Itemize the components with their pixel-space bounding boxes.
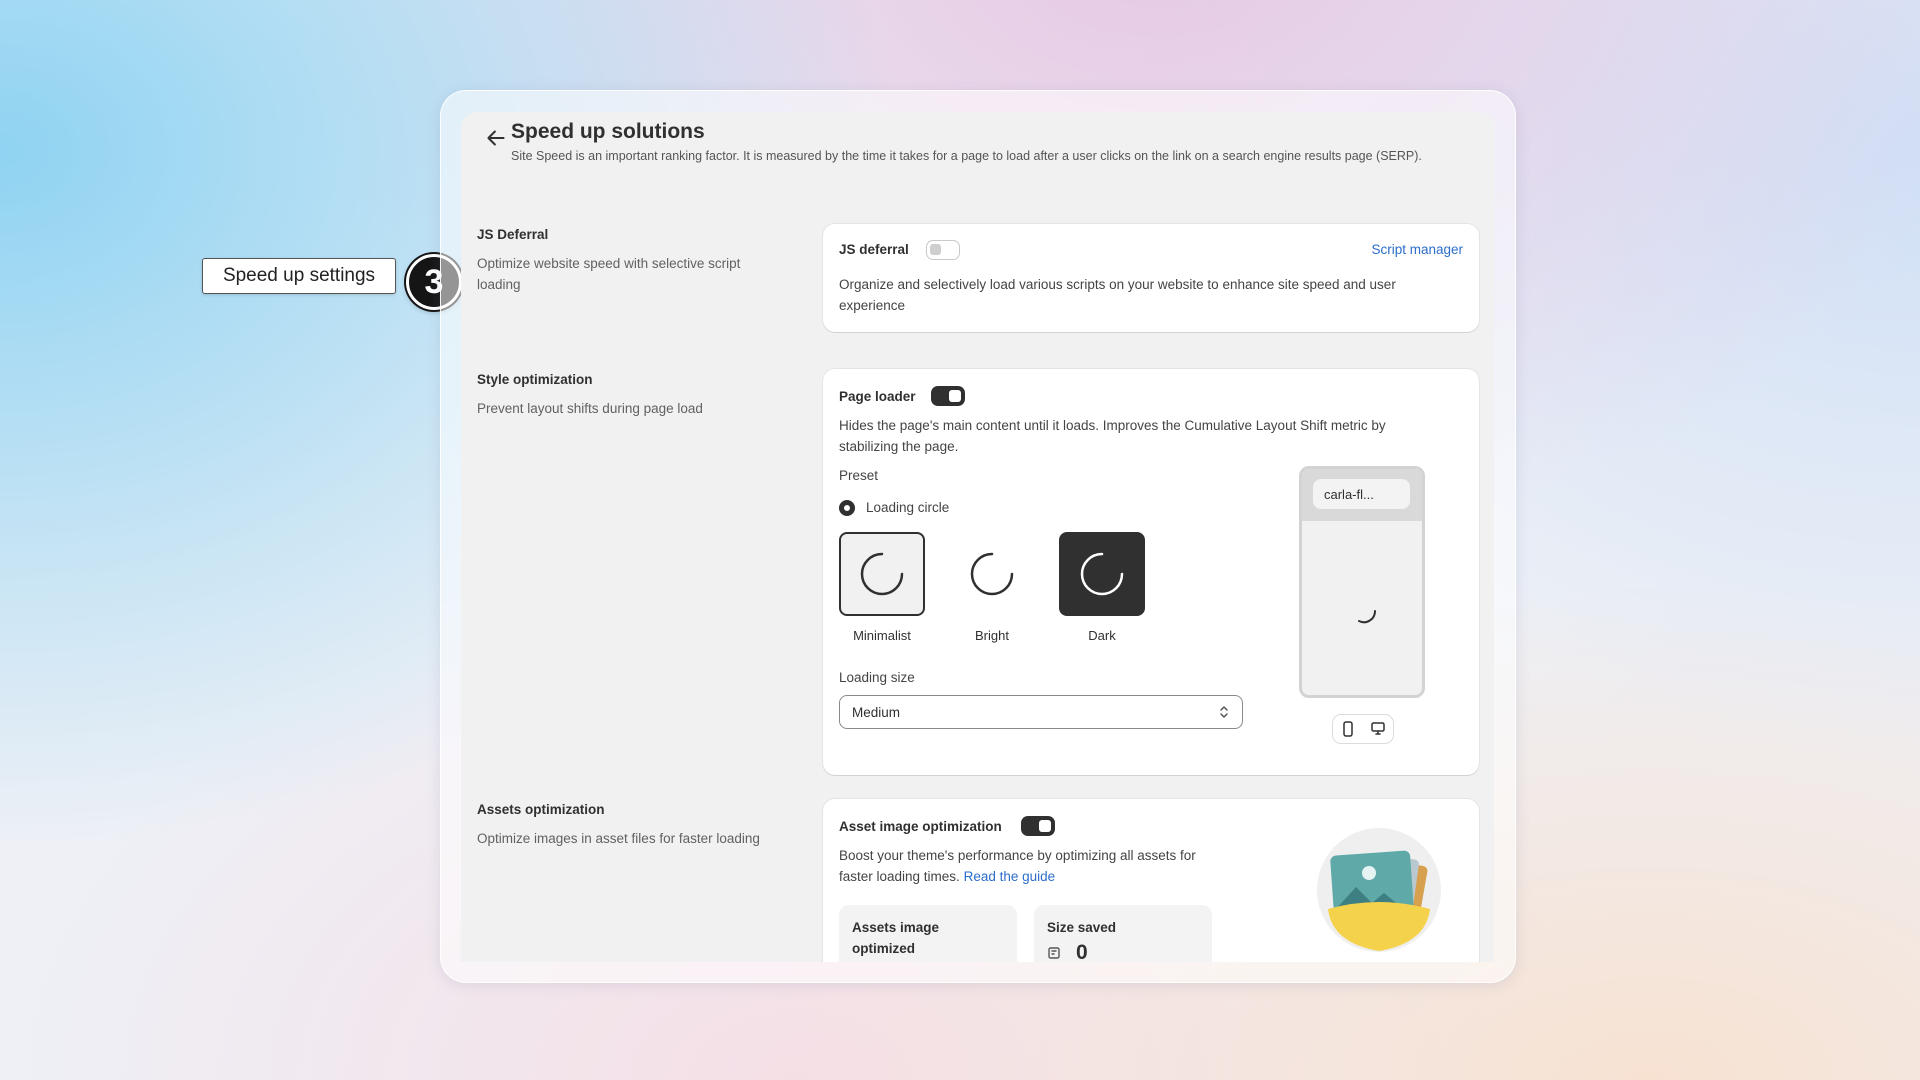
asset-optimization-label: Asset image optimization [839, 819, 1002, 834]
preview-device-toggle [1333, 715, 1393, 743]
assets-optimized-stat: Assets image optimized [839, 905, 1017, 962]
loading-circle-label: Loading circle [866, 500, 950, 515]
speed-up-settings-callout: Speed up settings [202, 258, 396, 294]
mobile-icon [1343, 721, 1353, 737]
page-loader-card: Page loader Hides the page's main conten… [823, 369, 1479, 775]
size-saved-value: 0 [1076, 941, 1088, 962]
read-the-guide-link[interactable]: Read the guide [964, 869, 1056, 884]
spinner-icon [1080, 552, 1124, 596]
loading-size-label: Loading size [839, 670, 915, 685]
js-section-description: Optimize website speed with selective sc… [477, 256, 741, 292]
loading-size-value: Medium [852, 704, 901, 720]
desktop-icon [1371, 722, 1385, 735]
assets-optimized-label: Assets image optimized [852, 920, 940, 956]
loading-circle-radio[interactable] [839, 500, 855, 516]
preview-url-chip: carla-fl... [1313, 479, 1410, 509]
asset-optimization-toggle[interactable] [1021, 816, 1055, 836]
callout-label: Speed up settings [222, 265, 376, 286]
assets-section-description: Optimize images in asset files for faste… [477, 831, 760, 846]
page-loader-label: Page loader [839, 389, 916, 404]
desktop-view-button[interactable] [1363, 715, 1393, 743]
select-chevron-icon [1220, 706, 1228, 718]
preset-bright[interactable] [949, 532, 1035, 616]
js-deferral-toggle[interactable] [926, 240, 960, 260]
mobile-view-button[interactable] [1333, 715, 1363, 743]
style-section-description: Prevent layout shifts during page load [477, 401, 703, 416]
preview-spinner-icon [1358, 610, 1377, 624]
js-section-title: JS Deferral [477, 227, 549, 242]
js-deferral-label: JS deferral [839, 242, 909, 257]
image-folder-illustration [1317, 828, 1441, 952]
size-saved-label: Size saved [1047, 920, 1117, 935]
spinner-icon [860, 552, 904, 596]
loading-size-select[interactable]: Medium [839, 695, 1243, 729]
js-deferral-card: JS deferral Script manager Organize and … [823, 224, 1479, 332]
preset-minimalist-label: Minimalist [853, 628, 911, 643]
size-saved-stat: Size saved 0 [1034, 905, 1212, 962]
storage-icon [1048, 947, 1060, 959]
speed-up-page: Speed up solutions Site Speed is an impo… [461, 112, 1494, 962]
page-loader-toggle[interactable] [931, 386, 965, 406]
script-manager-link[interactable]: Script manager [1371, 242, 1463, 257]
asset-image-optimization-card: Asset image optimization Boost your them… [823, 799, 1479, 962]
mobile-preview: carla-fl... [1299, 466, 1425, 698]
back-arrow-icon[interactable] [483, 125, 509, 151]
assets-section-title: Assets optimization [477, 802, 605, 817]
spinner-icon [970, 552, 1014, 596]
preset-minimalist[interactable] [839, 532, 925, 616]
preset-dark[interactable] [1059, 532, 1145, 616]
asset-optimization-text: Boost your theme's performance by optimi… [839, 848, 1196, 884]
page-description: Site Speed is an important ranking facto… [511, 149, 1422, 163]
style-section-title: Style optimization [477, 372, 593, 387]
js-deferral-text: Organize and selectively load various sc… [839, 277, 1396, 313]
page-loader-text: Hides the page's main content until it l… [839, 418, 1386, 454]
preset-bright-label: Bright [975, 628, 1009, 643]
preset-label: Preset [839, 468, 879, 483]
preview-url: carla-fl... [1324, 486, 1374, 502]
page-title: Speed up solutions [511, 120, 705, 143]
preset-dark-label: Dark [1088, 628, 1116, 643]
